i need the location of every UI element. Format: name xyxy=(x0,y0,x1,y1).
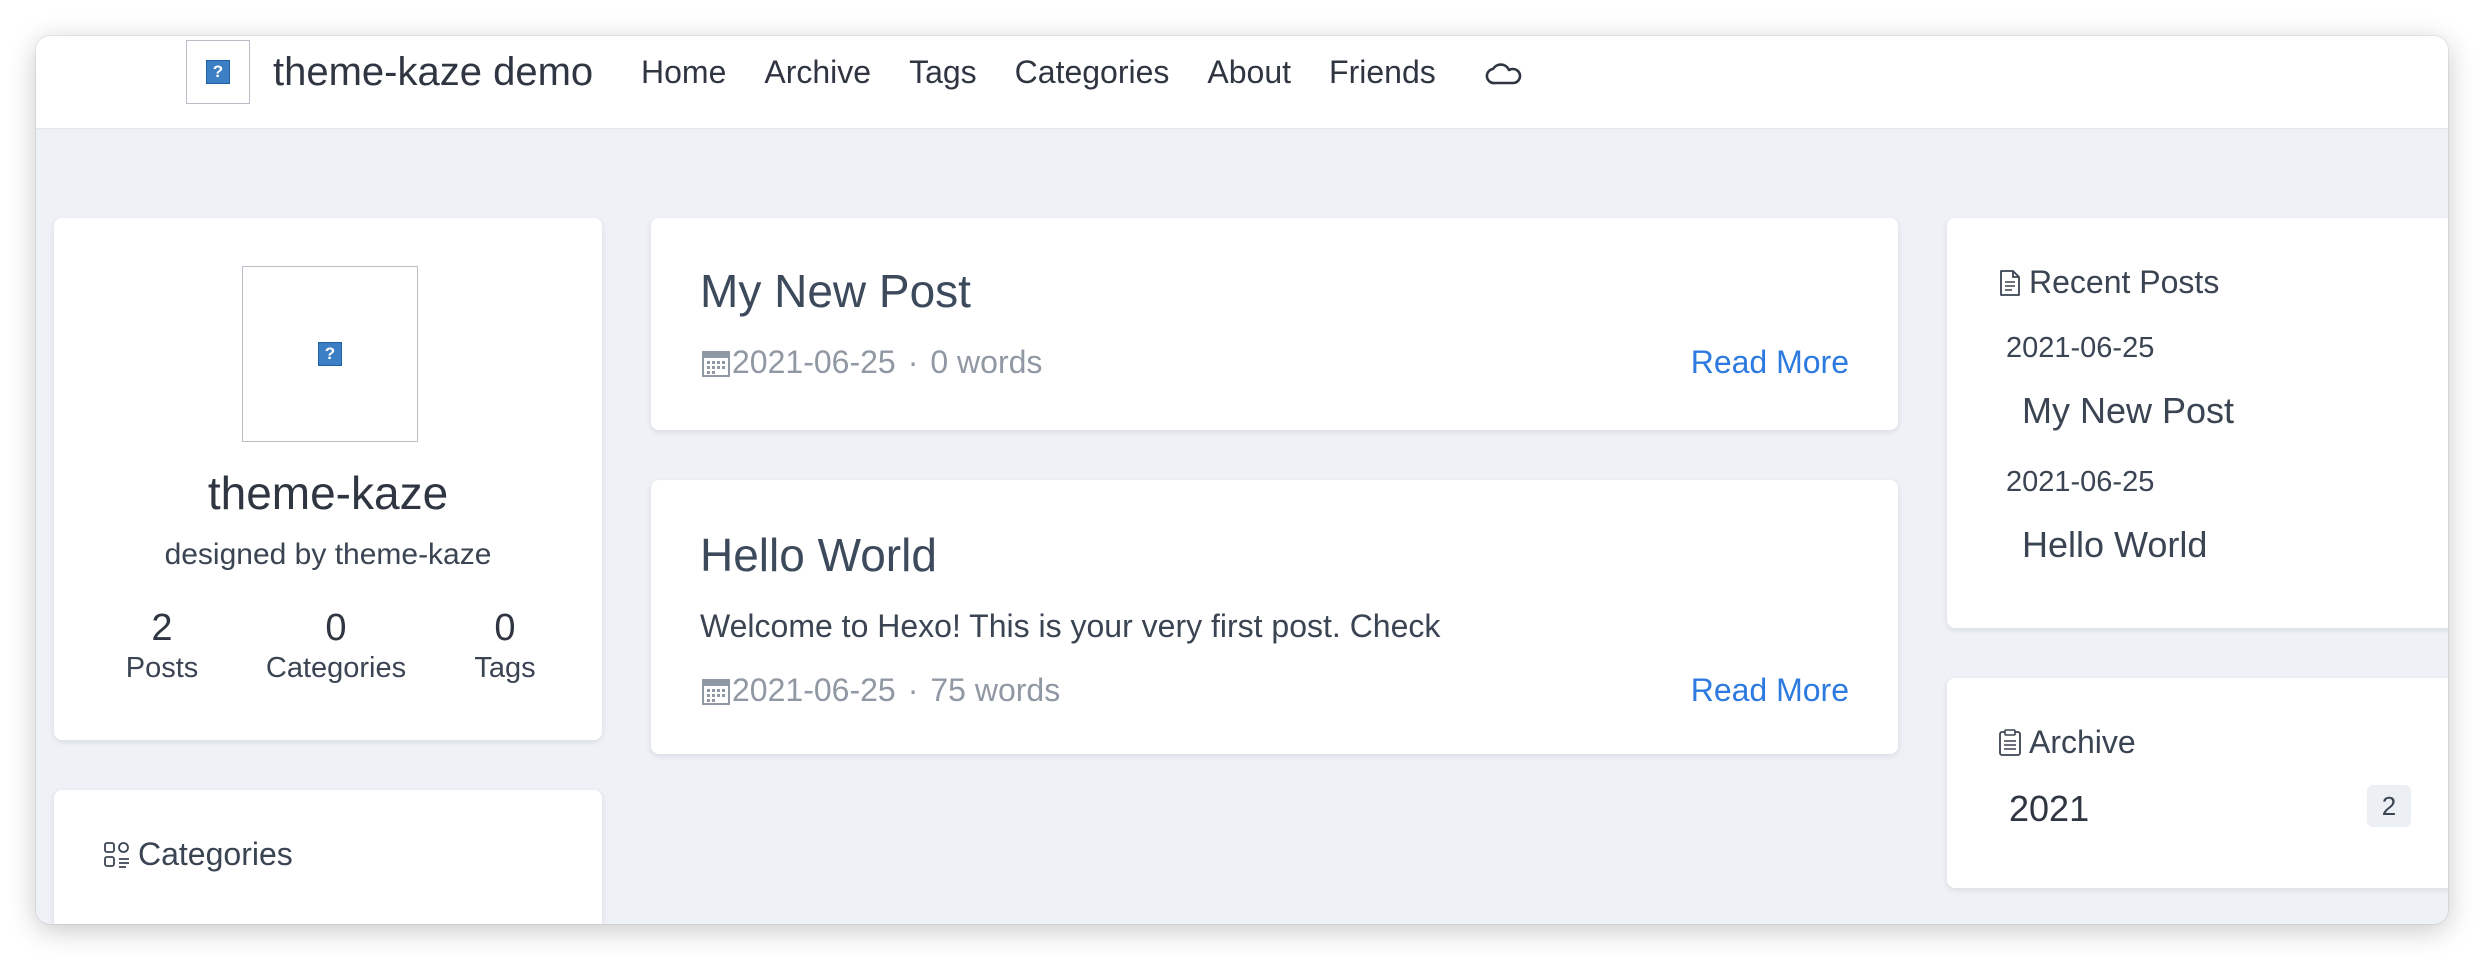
post-word-count: 75 words xyxy=(930,672,1061,708)
nav-tags[interactable]: Tags xyxy=(909,54,977,91)
browser-window: ? theme-kaze demo Home Archive Tags Cate… xyxy=(36,36,2448,924)
categories-widget: Categories xyxy=(54,790,602,924)
recent-post-date: 2021-06-25 xyxy=(2006,332,2155,364)
read-more-link[interactable]: Read More xyxy=(1691,672,1849,709)
categories-widget-title: Categories xyxy=(102,836,293,873)
stat-label: Posts xyxy=(125,652,199,684)
categories-icon xyxy=(104,841,129,868)
site-logo[interactable]: ? xyxy=(186,40,250,104)
profile-description: designed by theme-kaze xyxy=(164,538,492,571)
archive-count-badge: 2 xyxy=(2367,785,2411,827)
stat-posts[interactable]: 2 Posts xyxy=(77,606,247,686)
archive-title: Archive xyxy=(1997,724,2136,761)
calendar-icon xyxy=(702,678,730,705)
nav-friends[interactable]: Friends xyxy=(1329,54,1436,91)
post-meta: 2021-06-25 · 75 words xyxy=(700,672,1060,709)
stat-value: 0 xyxy=(325,607,347,649)
post-title[interactable]: My New Post xyxy=(700,264,971,318)
nav-categories[interactable]: Categories xyxy=(1015,54,1170,91)
stat-value: 0 xyxy=(494,607,516,649)
read-more-link[interactable]: Read More xyxy=(1691,344,1849,381)
document-icon xyxy=(2000,269,2020,296)
nav-home[interactable]: Home xyxy=(641,54,726,91)
profile-card: ? theme-kaze designed by theme-kaze 2 Po… xyxy=(54,218,602,740)
stat-value: 2 xyxy=(151,607,173,649)
site-title[interactable]: theme-kaze demo xyxy=(273,50,593,95)
avatar: ? xyxy=(242,266,418,442)
post-excerpt: Welcome to Hexo! This is your very first… xyxy=(700,608,1441,644)
navbar: ? theme-kaze demo Home Archive Tags Cate… xyxy=(36,36,2448,129)
stat-categories[interactable]: 0 Categories xyxy=(251,606,421,686)
recent-post-link[interactable]: Hello World xyxy=(2022,524,2207,566)
recent-post-link[interactable]: My New Post xyxy=(2022,390,2234,432)
post-word-count: 0 words xyxy=(930,344,1043,380)
nav-about[interactable]: About xyxy=(1207,54,1291,91)
clipboard-icon xyxy=(1999,728,2021,756)
post-title[interactable]: Hello World xyxy=(700,528,937,582)
nav-menu: Home Archive Tags Categories About Frien… xyxy=(641,54,1474,91)
stat-tags[interactable]: 0 Tags xyxy=(420,606,590,686)
recent-posts-title: Recent Posts xyxy=(1997,264,2219,301)
calendar-icon xyxy=(702,350,730,377)
recent-posts-label: Recent Posts xyxy=(2029,264,2220,300)
meta-separator: · xyxy=(907,344,919,380)
post-date: 2021-06-25 xyxy=(732,672,896,708)
archive-widget: Archive 2021 2 xyxy=(1947,678,2448,888)
profile-name: theme-kaze xyxy=(207,467,449,519)
recent-post-date: 2021-06-25 xyxy=(2006,466,2155,498)
meta-separator: · xyxy=(907,672,919,708)
broken-image-icon: ? xyxy=(206,60,230,84)
stat-label: Categories xyxy=(265,652,407,684)
post-card: Hello World Welcome to Hexo! This is you… xyxy=(651,480,1898,754)
archive-label: Archive xyxy=(2029,724,2136,760)
stat-label: Tags xyxy=(474,652,536,684)
cloud-icon[interactable] xyxy=(1484,52,1524,92)
categories-widget-label: Categories xyxy=(138,836,293,872)
post-meta: 2021-06-25 · 0 words xyxy=(700,344,1042,381)
broken-image-icon: ? xyxy=(318,342,342,366)
archive-year-link[interactable]: 2021 xyxy=(2009,788,2089,830)
post-date: 2021-06-25 xyxy=(732,344,896,380)
post-card: My New Post 2021-06-25 · 0 words Read Mo… xyxy=(651,218,1898,430)
nav-archive[interactable]: Archive xyxy=(764,54,871,91)
recent-posts-widget: Recent Posts 2021-06-25 My New Post 2021… xyxy=(1947,218,2448,628)
